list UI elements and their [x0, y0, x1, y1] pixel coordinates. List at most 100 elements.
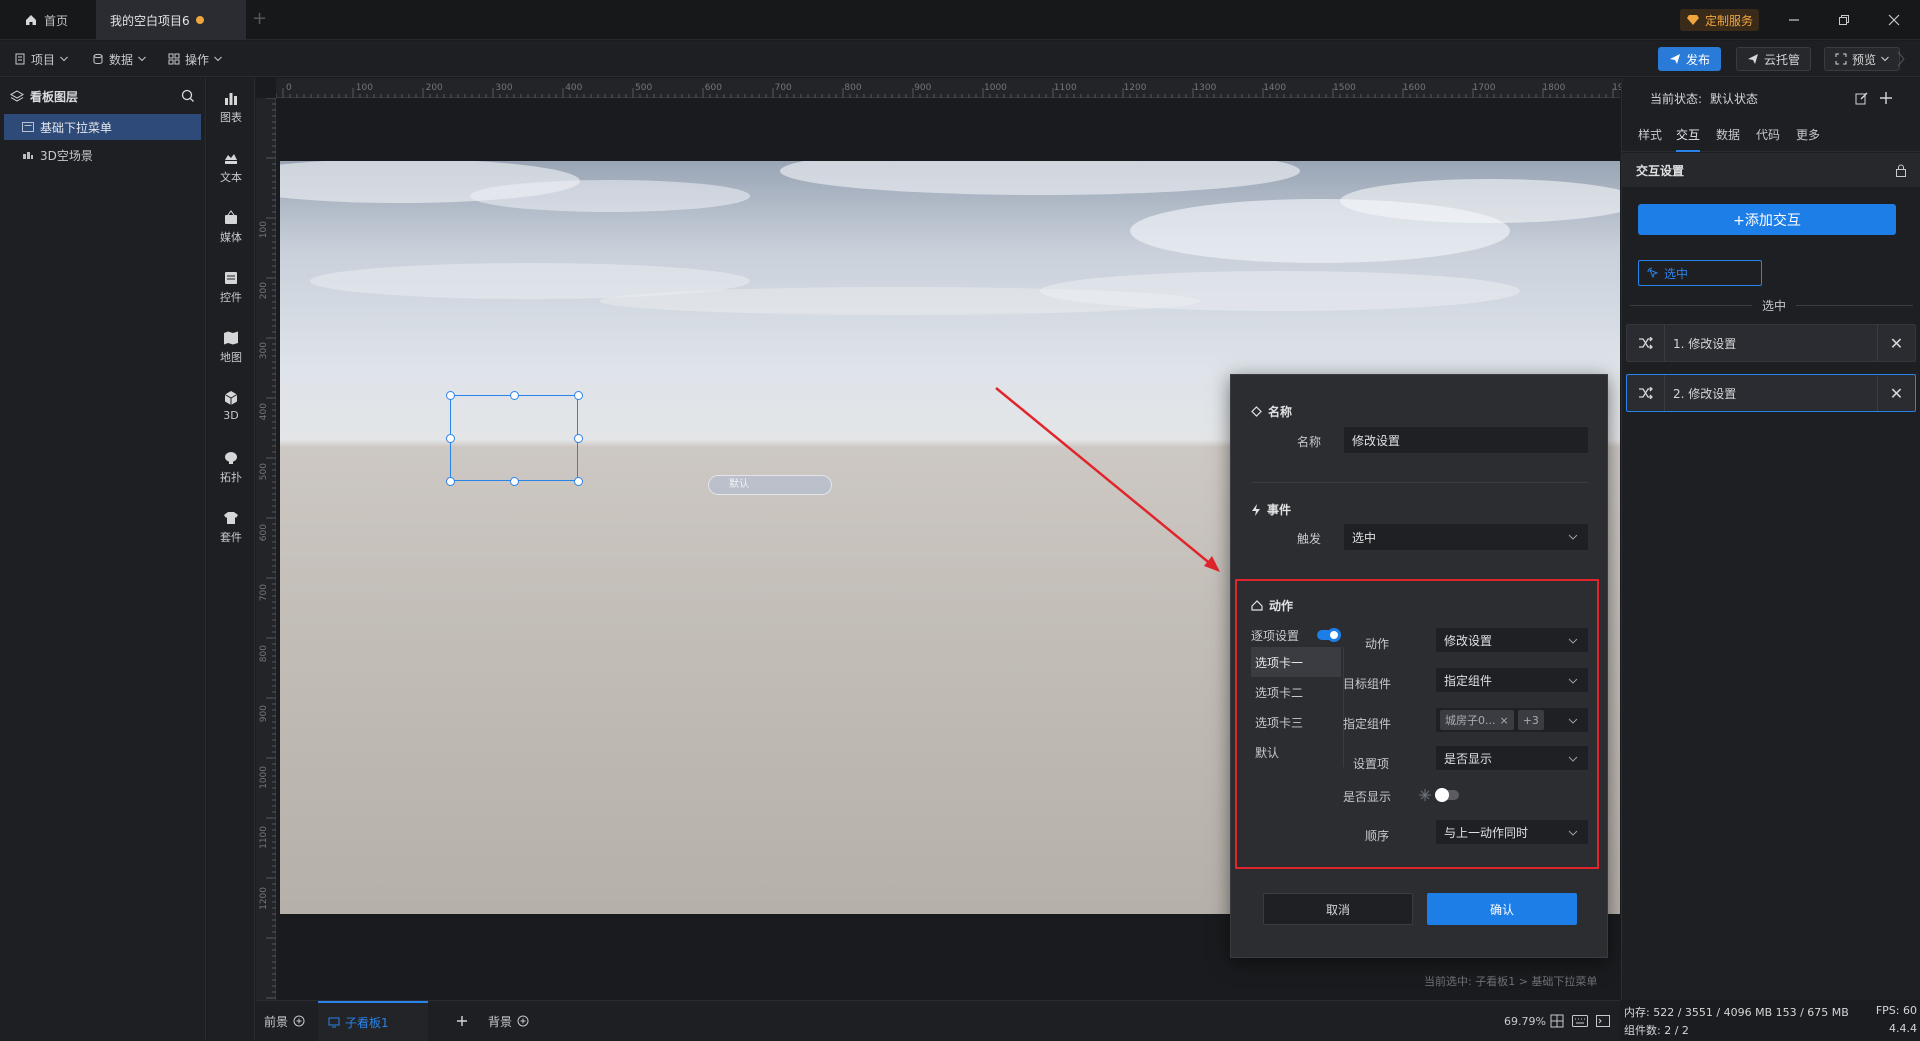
component-chart-label: 图表 — [220, 111, 242, 124]
tab-foreground[interactable]: 前景 — [264, 1001, 305, 1041]
tab-background-label: 背景 — [488, 1014, 513, 1029]
component-count: 组件数: 2 / 2 — [1624, 1024, 1689, 1037]
preview-button[interactable]: 预览 — [1824, 47, 1901, 71]
option-tab-2[interactable]: 选项卡二 — [1251, 677, 1341, 707]
close-icon[interactable]: ✕ — [1877, 375, 1915, 411]
component-suite[interactable]: 套件 — [207, 510, 255, 560]
keyboard-icon[interactable] — [1572, 1001, 1588, 1041]
tab-data[interactable]: 数据 — [1716, 126, 1740, 152]
trigger-select[interactable]: 选中 — [1343, 523, 1589, 551]
component-media[interactable]: 媒体 — [207, 210, 255, 260]
tab-project[interactable]: 我的空白项目6 — [96, 0, 246, 40]
layer-item[interactable]: 基础下拉菜单 — [4, 114, 201, 140]
component-control[interactable]: 控件 — [207, 270, 255, 320]
order-select[interactable]: 与上一动作同时 — [1435, 819, 1589, 845]
resize-handle[interactable] — [446, 391, 455, 400]
close-window-icon[interactable] — [1880, 8, 1908, 32]
setting-select[interactable]: 是否显示 — [1435, 745, 1589, 771]
component-map[interactable]: 地图 — [207, 330, 255, 380]
search-icon[interactable] — [181, 89, 195, 103]
confirm-button[interactable]: 确认 — [1427, 893, 1577, 925]
option-default[interactable]: 默认 — [1251, 737, 1341, 767]
edit-icon[interactable] — [1855, 91, 1869, 105]
tab-home[interactable]: 首页 — [10, 0, 82, 40]
resize-handle[interactable] — [510, 477, 519, 486]
chevron-down-icon — [1568, 678, 1578, 684]
specified-component-select[interactable]: 城房子0... × +3 — [1435, 707, 1589, 733]
visible-toggle[interactable] — [1435, 788, 1459, 802]
menu-data[interactable]: 数据 — [92, 49, 146, 69]
lightning-icon — [1252, 503, 1260, 516]
option-tab-3[interactable]: 选项卡三 — [1251, 707, 1341, 737]
tab-code[interactable]: 代码 — [1756, 126, 1780, 152]
cloud-host-button[interactable]: 云托管 — [1736, 47, 1812, 71]
tab-interaction[interactable]: 交互 — [1676, 126, 1701, 152]
add-state-icon[interactable] — [1879, 91, 1893, 105]
tab-foreground-label: 前景 — [264, 1014, 289, 1029]
add-board-icon[interactable] — [456, 1001, 468, 1041]
component-text[interactable]: 文本 — [207, 150, 255, 200]
chevron-down-icon — [1881, 56, 1889, 62]
lock-icon[interactable] — [1895, 164, 1907, 177]
resize-handle[interactable] — [574, 477, 583, 486]
action-section-title: 动作 — [1251, 597, 1293, 614]
send-icon — [1748, 54, 1758, 64]
minimize-icon[interactable] — [1780, 8, 1808, 32]
chevron-down-icon — [1568, 638, 1578, 644]
add-interaction-button[interactable]: +添加交互 — [1638, 204, 1896, 235]
add-circle-icon[interactable] — [293, 1015, 305, 1027]
monitor-icon — [328, 1017, 340, 1028]
fit-screen-icon[interactable] — [1550, 1001, 1564, 1041]
option-tab-1[interactable]: 选项卡一 — [1251, 647, 1341, 677]
layers-icon — [10, 90, 24, 102]
collapse-panel-icon[interactable] — [1896, 50, 1906, 68]
bottom-bar: 前景 子看板1 背景 69.79% — [256, 1000, 1620, 1041]
tab-style[interactable]: 样式 — [1638, 126, 1662, 152]
chip-close-icon[interactable]: × — [1500, 714, 1509, 727]
selected-event-label: 选中 — [1664, 266, 1689, 281]
action-select[interactable]: 修改设置 — [1435, 627, 1589, 653]
add-tab-icon[interactable]: + — [252, 10, 267, 28]
tab-more[interactable]: 更多 — [1796, 126, 1820, 152]
tab-background[interactable]: 背景 — [488, 1001, 529, 1041]
grid-icon — [168, 53, 180, 65]
component-text-label: 文本 — [220, 171, 242, 184]
custom-service-button[interactable]: 定制服务 — [1680, 9, 1760, 31]
tab-sub-board[interactable]: 子看板1 — [318, 1001, 428, 1041]
resize-handle[interactable] — [574, 391, 583, 400]
resize-handle[interactable] — [510, 391, 519, 400]
topology-icon — [225, 452, 237, 464]
layer-item[interactable]: 3D空场景 — [0, 142, 205, 168]
component-3d[interactable]: 3D — [207, 390, 255, 440]
event-section-label: 事件 — [1267, 503, 1292, 517]
component-chart[interactable]: 图表 — [207, 90, 255, 140]
action-value: 修改设置 — [1444, 633, 1493, 648]
resize-handle[interactable] — [446, 434, 455, 443]
restore-icon[interactable] — [1830, 8, 1858, 32]
resize-handle[interactable] — [574, 434, 583, 443]
component-topology[interactable]: 拓扑 — [207, 450, 255, 500]
order-value: 与上一动作同时 — [1444, 825, 1529, 840]
tab-sub-board-label: 子看板1 — [345, 1015, 389, 1030]
menu-project[interactable]: 项目 — [14, 49, 68, 69]
publish-button[interactable]: 发布 — [1658, 47, 1722, 71]
action-item[interactable]: 1. 修改设置 ✕ — [1626, 324, 1916, 362]
specified-chip[interactable]: 城房子0... × — [1440, 710, 1514, 730]
interaction-action-dialog: 名称 名称 修改设置 事件 触发 选中 动作 逐项设置 选项卡一 选项卡二 选项… — [1230, 374, 1608, 958]
cancel-button[interactable]: 取消 — [1263, 893, 1413, 925]
name-input[interactable]: 修改设置 — [1343, 426, 1589, 454]
dropdown-widget[interactable]: 默认 — [708, 475, 832, 495]
target-select[interactable]: 指定组件 — [1435, 667, 1589, 693]
add-circle-icon[interactable] — [517, 1015, 529, 1027]
zoom-level[interactable]: 69.79% — [1504, 1001, 1546, 1041]
resize-handle[interactable] — [446, 477, 455, 486]
menu-operations-label: 操作 — [185, 52, 210, 67]
per-item-toggle[interactable] — [1317, 628, 1341, 642]
selected-event-chip[interactable]: 选中 — [1638, 260, 1762, 286]
close-icon[interactable]: ✕ — [1877, 325, 1915, 361]
selection-frame[interactable] — [450, 395, 578, 481]
text-icon — [225, 154, 237, 164]
action-item[interactable]: 2. 修改设置 ✕ — [1626, 374, 1916, 412]
terminal-icon[interactable] — [1596, 1001, 1610, 1041]
menu-operations[interactable]: 操作 — [168, 49, 222, 69]
